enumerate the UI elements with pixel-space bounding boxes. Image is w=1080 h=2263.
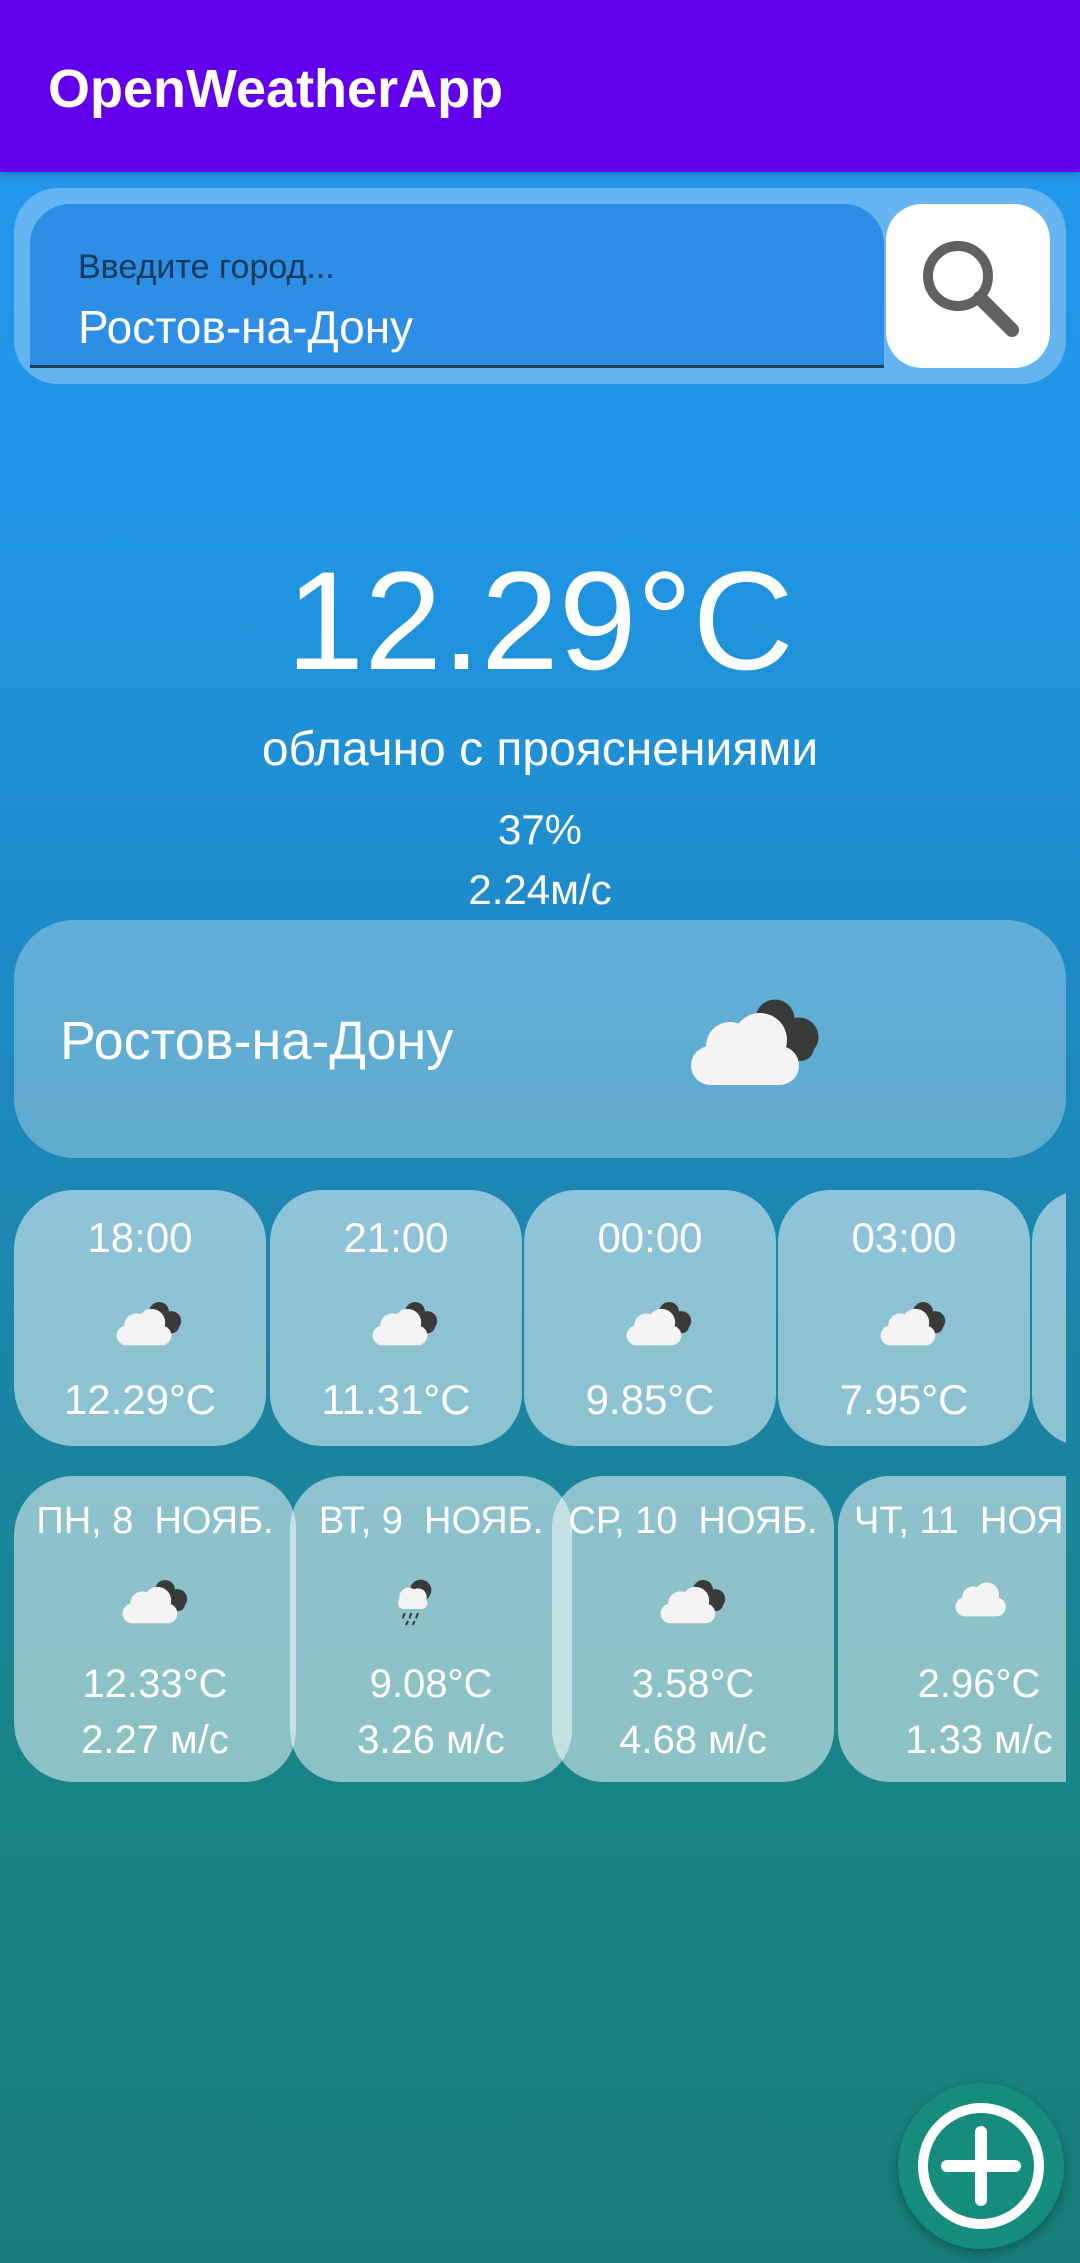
forecast-time: 18:00 (87, 1214, 193, 1261)
app-bar: OpenWeatherApp (0, 0, 1080, 172)
saved-city-card[interactable]: Ростов-на-Дону (14, 920, 1066, 1158)
forecast-temperature: 2.96°C (917, 1662, 1041, 1706)
partly-cloudy-icon (691, 999, 819, 1085)
partly-cloudy-icon (880, 1302, 946, 1346)
forecast-temperature: 3.58°C (631, 1662, 755, 1706)
hourly-forecast-list[interactable]: 18:00 12.29°C 21:00 11.31°C 00:00 9.85°C… (14, 1190, 1066, 1446)
daily-forecast-item: ЧТ, 11 НОЯБ. 2.96°C 1.33 м/с (838, 1476, 1066, 1782)
forecast-time: 03:00 (851, 1214, 957, 1261)
search-input-value[interactable]: Ростов-на-Дону (78, 300, 413, 354)
add-icon (918, 2103, 1044, 2229)
forecast-time: 00:00 (597, 1214, 703, 1261)
hourly-forecast-item: 00:00 9.85°C (524, 1190, 776, 1446)
forecast-wind: 3.26 м/с (357, 1718, 505, 1762)
hourly-forecast-item-partial (1032, 1190, 1066, 1446)
partly-cloudy-icon (626, 1302, 692, 1346)
forecast-day: ЧТ, 11 НОЯБ. (854, 1500, 1066, 1542)
forecast-temperature: 9.85°C (585, 1376, 715, 1423)
weather-description: облачно с прояснениями (261, 723, 819, 776)
forecast-temperature: 11.31°C (321, 1376, 471, 1423)
city-card-name: Ростов-на-Дону (60, 1011, 454, 1071)
search-input-label: Введите город... (78, 248, 335, 286)
search-icon (923, 241, 1019, 337)
forecast-day: ВТ, 9 НОЯБ. (318, 1500, 544, 1542)
partly-cloudy-icon (116, 1302, 182, 1346)
hourly-forecast-item: 18:00 12.29°C (14, 1190, 266, 1446)
rain-cloud-icon (397, 1578, 433, 1626)
humidity-value: 37% (497, 806, 583, 853)
daily-forecast-item: ВТ, 9 НОЯБ. 9.08°C 3.26 м/с (290, 1476, 572, 1782)
forecast-temperature: 12.29°C (63, 1376, 217, 1423)
daily-forecast-list[interactable]: ПН, 8 НОЯБ. 12.33°C 2.27 м/с ВТ, 9 НОЯБ.… (14, 1476, 1066, 1782)
forecast-wind: 1.33 м/с (905, 1718, 1053, 1762)
forecast-wind: 2.27 м/с (81, 1718, 229, 1762)
forecast-day: СР, 10 НОЯБ. (568, 1500, 818, 1542)
daily-forecast-item: СР, 10 НОЯБ. 3.58°C 4.68 м/с (552, 1476, 834, 1782)
app-title: OpenWeatherApp (48, 59, 504, 119)
current-temperature: 12.29°C (286, 542, 794, 699)
hourly-forecast-item: 03:00 7.95°C (778, 1190, 1030, 1446)
partly-cloudy-icon (660, 1580, 726, 1624)
forecast-time: 21:00 (343, 1214, 449, 1261)
hourly-forecast-item: 21:00 11.31°C (270, 1190, 522, 1446)
forecast-wind: 4.68 м/с (619, 1718, 767, 1762)
forecast-temperature: 9.08°C (369, 1662, 493, 1706)
partly-cloudy-icon (372, 1302, 438, 1346)
forecast-temperature: 12.33°C (82, 1662, 228, 1706)
forecast-day: ПН, 8 НОЯБ. (36, 1500, 274, 1542)
add-city-button[interactable] (898, 2083, 1064, 2249)
cloud-icon (955, 1582, 1006, 1617)
daily-forecast-item: ПН, 8 НОЯБ. 12.33°C 2.27 м/с (14, 1476, 296, 1782)
search-bar: Введите город... Ростов-на-Дону (14, 188, 1066, 384)
wind-speed-value: 2.24м/с (468, 866, 612, 913)
city-search-input[interactable]: Введите город... Ростов-на-Дону (30, 204, 884, 368)
search-button[interactable] (886, 204, 1050, 368)
forecast-temperature: 7.95°C (839, 1376, 969, 1423)
partly-cloudy-icon (122, 1580, 188, 1624)
